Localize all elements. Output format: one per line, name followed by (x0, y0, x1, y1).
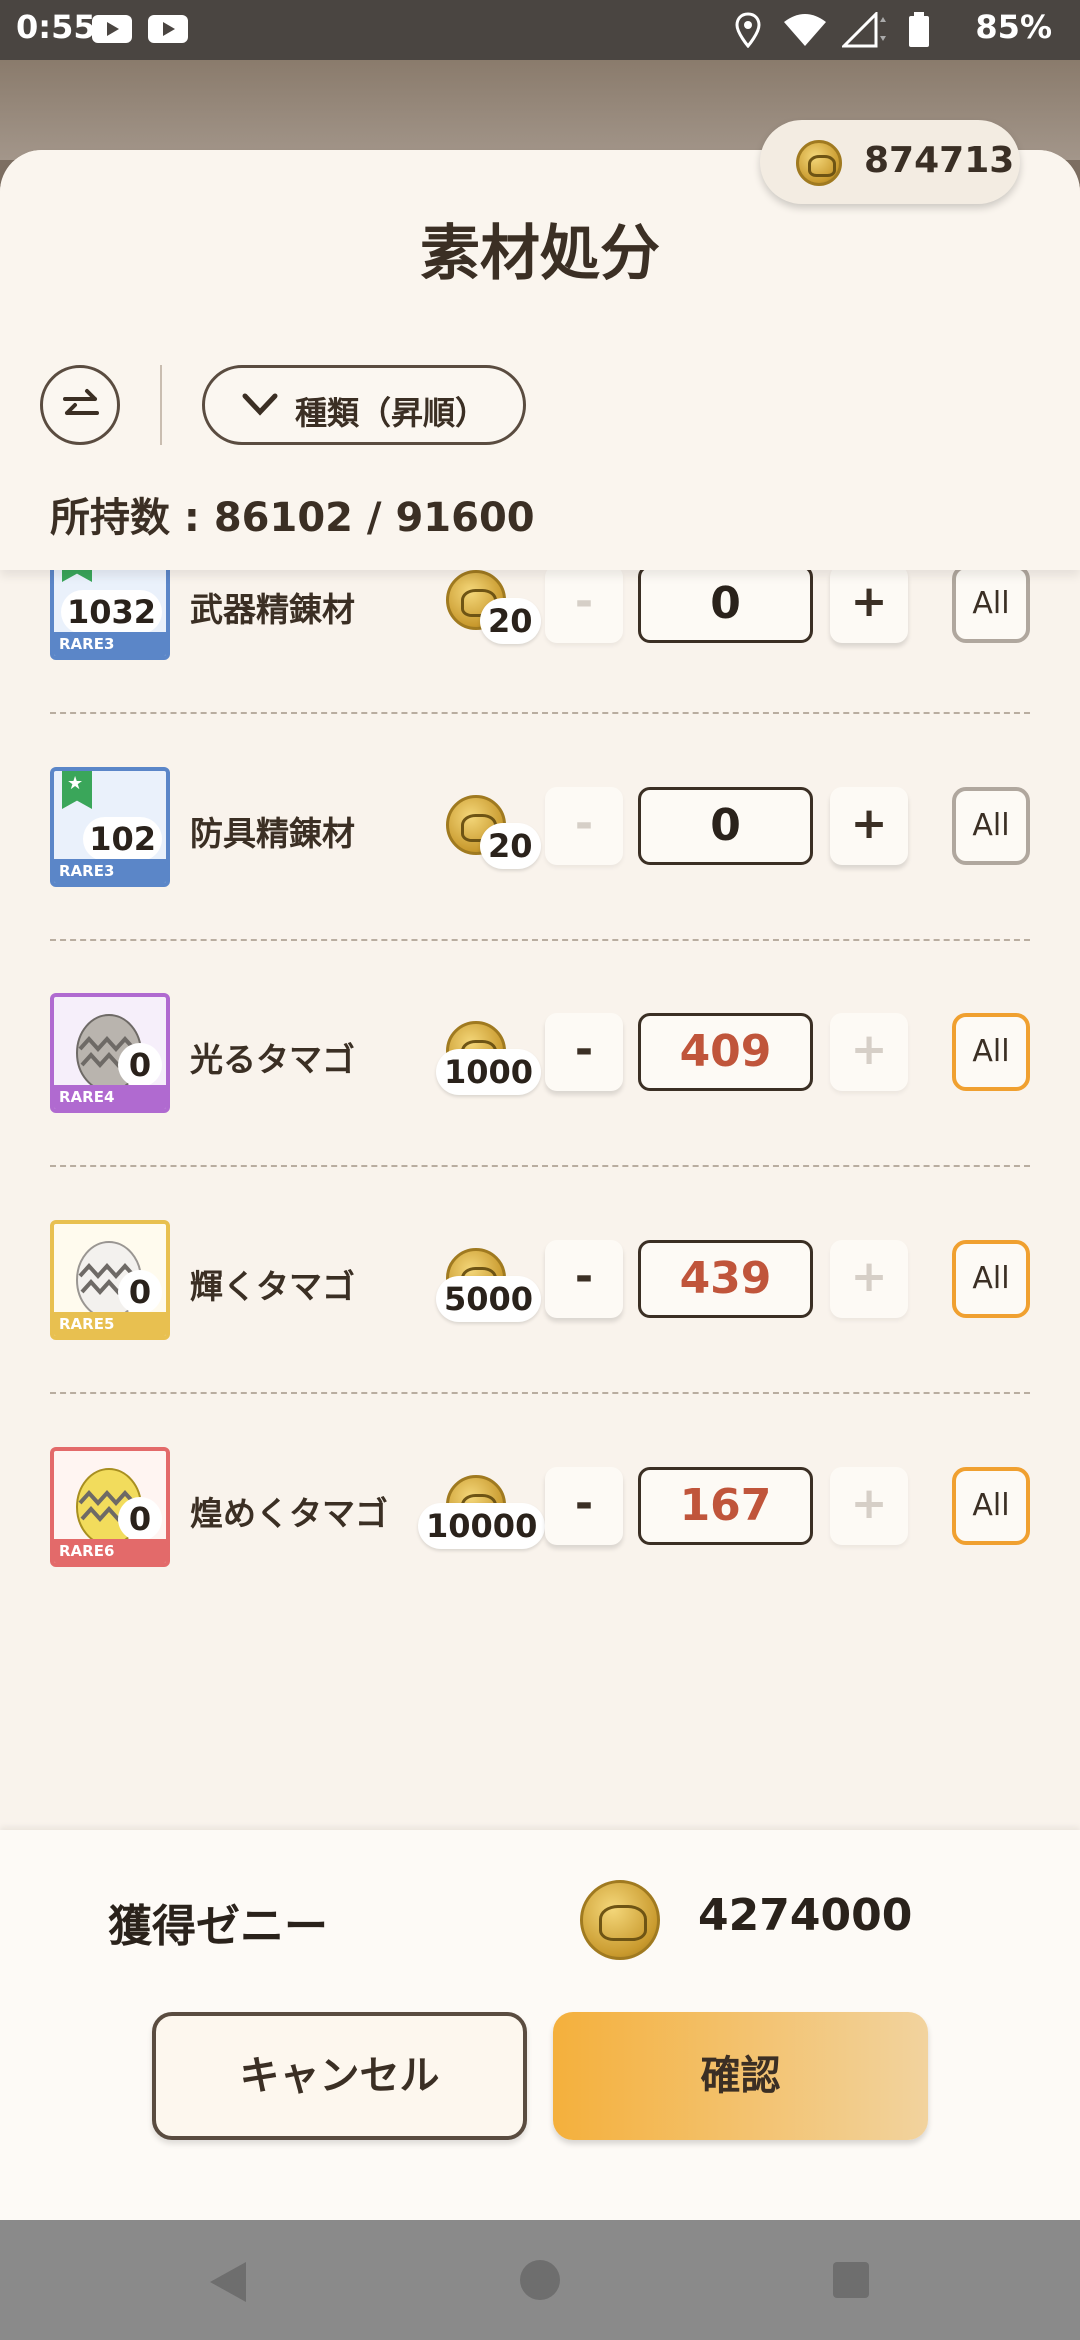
status-bar: 0:55 85% (0, 0, 1080, 60)
owned-badge: 0 (118, 1043, 162, 1087)
system-nav-bar (0, 2220, 1080, 2340)
row-divider (50, 1165, 1030, 1167)
select-all-button[interactable]: All (952, 1013, 1030, 1091)
select-all-button[interactable]: All (952, 1467, 1030, 1545)
item-name: 煌めくタマゴ (190, 1494, 388, 1533)
wifi-icon (784, 14, 826, 46)
location-icon (735, 12, 761, 48)
battery-percent: 85% (975, 8, 1052, 46)
sort-dropdown[interactable]: 種類（昇順） (202, 365, 526, 445)
item-row-gleaming-egg: 0 RARE5 輝くタマゴ 5000 - 439 + All (0, 1220, 1080, 1447)
decrease-button[interactable]: - (545, 787, 623, 865)
favorite-star-icon (62, 771, 92, 809)
home-icon[interactable] (520, 2260, 560, 2300)
quantity-input[interactable]: 0 (638, 787, 813, 865)
sort-label: 種類（昇順） (295, 394, 488, 432)
decrease-button[interactable]: - (545, 1013, 623, 1091)
swap-arrows-icon (63, 389, 99, 415)
zeny-coin-icon (580, 1880, 660, 1960)
youtube-notification-icon (148, 15, 188, 43)
owned-count: 所持数 : 86102 / 91600 (50, 495, 535, 541)
zeny-coin-icon (796, 140, 842, 186)
rarity-label: RARE3 (54, 632, 166, 656)
owned-badge: 0 (118, 1270, 162, 1314)
rarity-label: RARE6 (54, 1539, 166, 1563)
header-divider (160, 365, 162, 445)
increase-button[interactable]: + (830, 565, 908, 643)
item-icon: 0 RARE6 (50, 1447, 170, 1567)
item-icon: 0 RARE5 (50, 1220, 170, 1340)
zeny-balance-value: 874713 (864, 140, 1015, 181)
page-title: 素材処分 (420, 219, 660, 289)
increase-button[interactable]: + (830, 1467, 908, 1545)
rarity-label: RARE5 (54, 1312, 166, 1336)
quantity-input[interactable]: 409 (638, 1013, 813, 1091)
select-all-button[interactable]: All (952, 565, 1030, 643)
recents-icon[interactable] (833, 2262, 869, 2298)
youtube-notification-icon (92, 15, 132, 43)
owned-badge: 1032 (60, 590, 162, 634)
quantity-input[interactable]: 0 (638, 565, 813, 643)
confirm-button[interactable]: 確認 (553, 2012, 928, 2140)
price-value: 20 (480, 598, 541, 644)
rarity-label: RARE3 (54, 859, 166, 883)
decrease-button[interactable]: - (545, 1240, 623, 1318)
item-row-armor-material: 102 RARE3 防具精錬材 20 - 0 + All (0, 767, 1080, 994)
item-name: 防具精錬材 (190, 814, 355, 853)
decrease-button[interactable]: - (545, 1467, 623, 1545)
swap-order-button[interactable] (40, 365, 120, 445)
item-row-brilliant-egg: 0 RARE6 煌めくタマゴ 10000 - 167 + All (0, 1447, 1080, 1674)
earned-zeny-label: 獲得ゼニー (108, 1901, 328, 1952)
price-value: 10000 (418, 1503, 546, 1549)
item-icon: 102 RARE3 (50, 767, 170, 887)
row-divider (50, 712, 1030, 714)
price-value: 5000 (436, 1276, 542, 1322)
row-divider (50, 939, 1030, 941)
increase-button[interactable]: + (830, 1240, 908, 1318)
quantity-input[interactable]: 167 (638, 1467, 813, 1545)
cellular-signal-icon (842, 12, 886, 48)
item-name: 輝くタマゴ (190, 1267, 355, 1306)
item-icon: 0 RARE4 (50, 993, 170, 1113)
chevron-down-icon (242, 393, 278, 416)
owned-badge: 0 (118, 1497, 162, 1541)
rarity-label: RARE4 (54, 1085, 166, 1109)
item-name: 光るタマゴ (190, 1040, 355, 1079)
increase-button[interactable]: + (830, 1013, 908, 1091)
increase-button[interactable]: + (830, 787, 908, 865)
zeny-balance: 874713 (760, 120, 1020, 204)
row-divider (50, 1392, 1030, 1394)
item-name: 武器精錬材 (190, 590, 355, 629)
earned-zeny-value: 4274000 (698, 1890, 913, 1941)
owned-badge: 102 (83, 817, 162, 861)
quantity-input[interactable]: 439 (638, 1240, 813, 1318)
decrease-button[interactable]: - (545, 565, 623, 643)
select-all-button[interactable]: All (952, 787, 1030, 865)
battery-icon (909, 12, 929, 47)
back-icon[interactable] (210, 2262, 246, 2302)
price-value: 1000 (436, 1049, 542, 1095)
price-value: 20 (480, 823, 541, 869)
select-all-button[interactable]: All (952, 1240, 1030, 1318)
footer-panel: 獲得ゼニー 4274000 キャンセル 確認 (0, 1830, 1080, 2220)
item-row-shining-egg: 0 RARE4 光るタマゴ 1000 - 409 + All (0, 993, 1080, 1220)
item-row-weapon-material: 1032 RARE3 武器精錬材 20 - 0 + All (0, 540, 1080, 767)
status-time: 0:55 (16, 8, 96, 46)
cancel-button[interactable]: キャンセル (152, 2012, 527, 2140)
